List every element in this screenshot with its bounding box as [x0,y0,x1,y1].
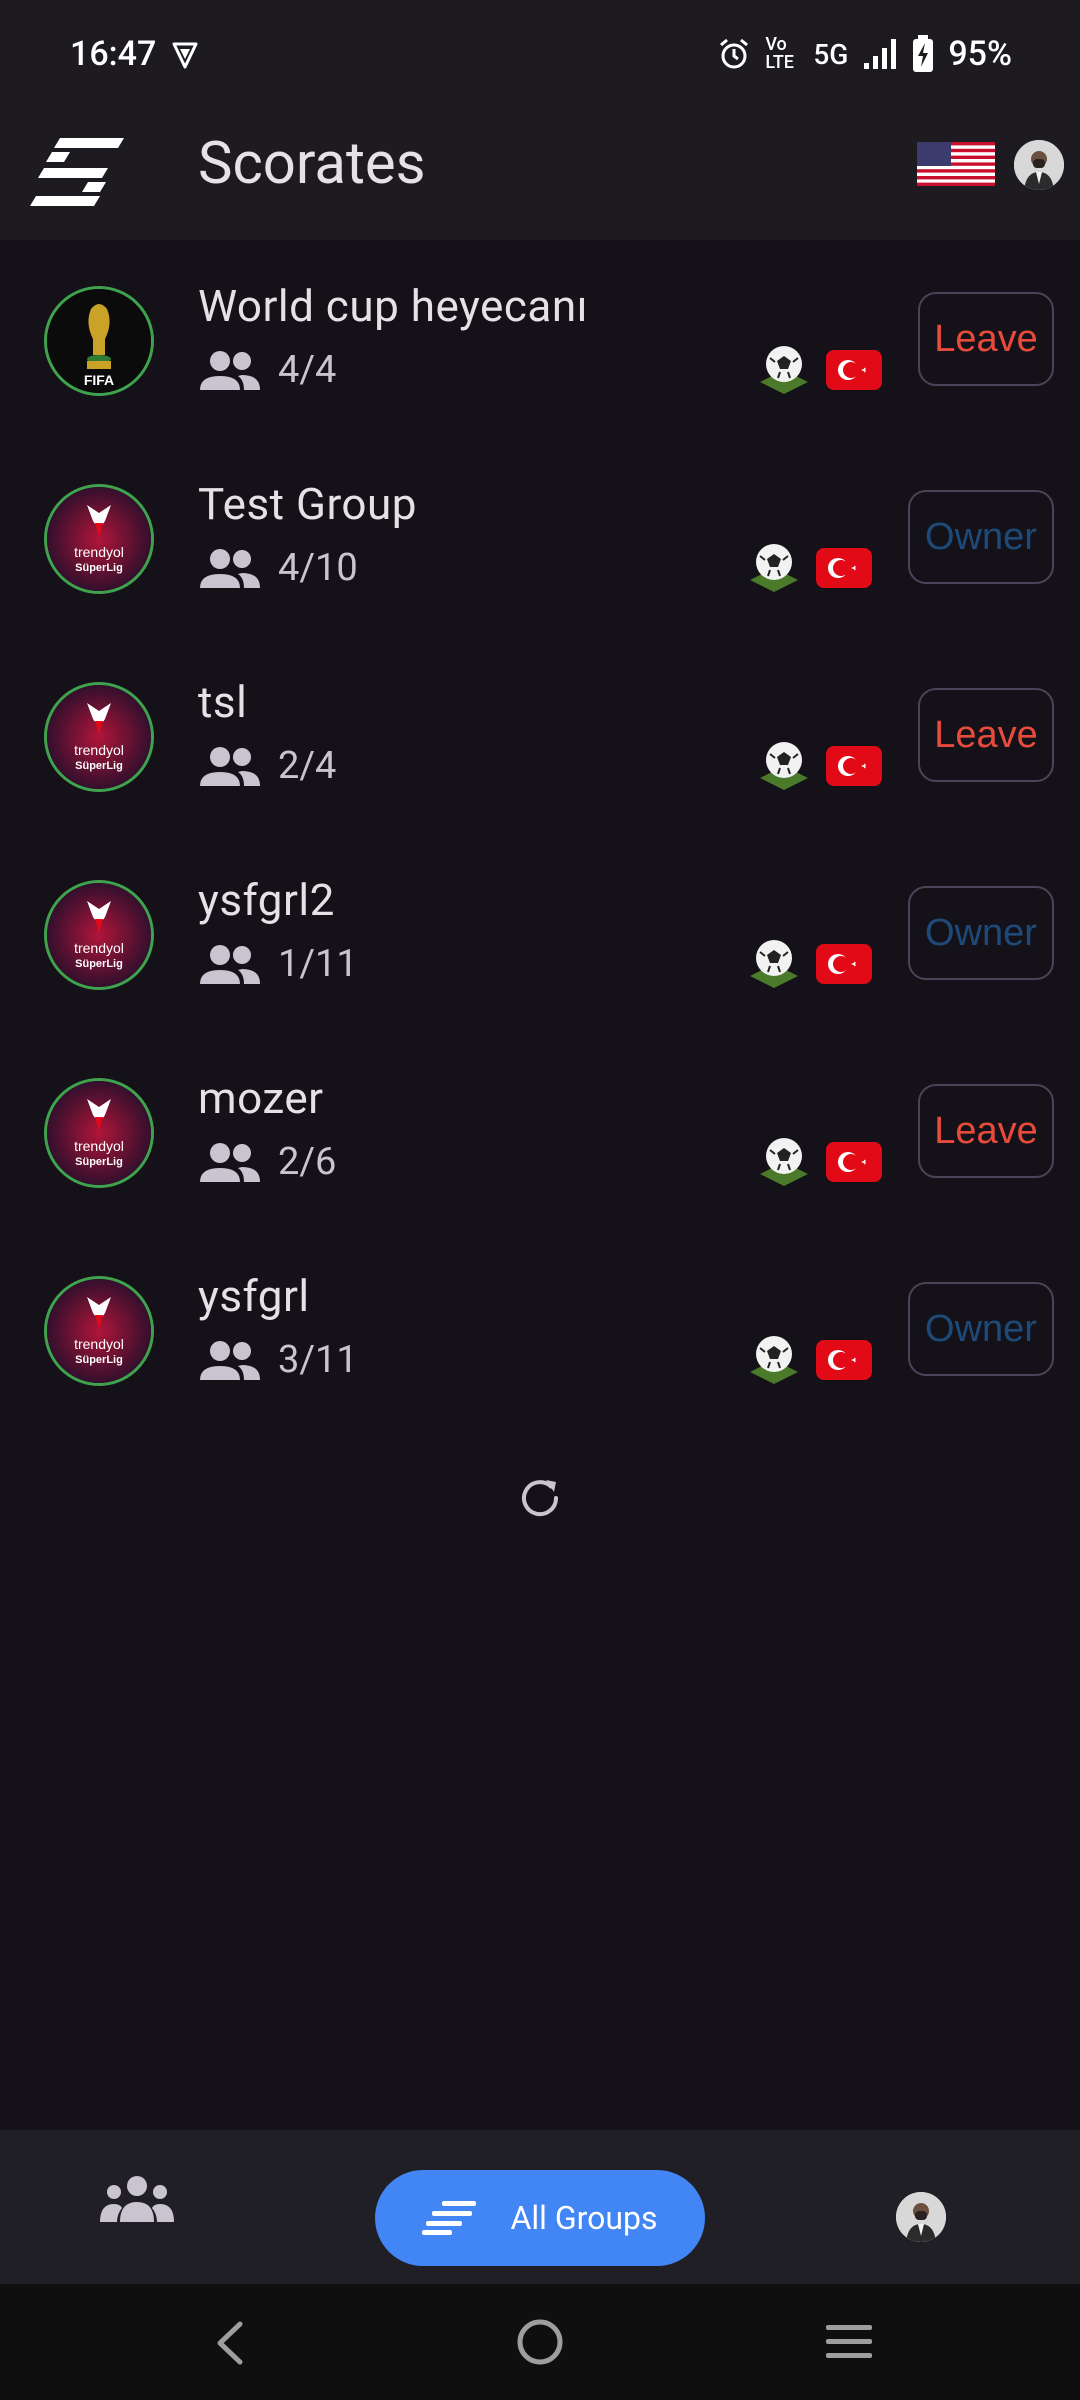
people-icon [200,747,260,786]
people-icon [200,1143,260,1182]
turkey-flag-icon [816,1340,872,1380]
member-count: 3/11 [198,1338,358,1382]
people-icon [200,549,260,588]
member-count: 4/4 [198,348,336,392]
member-count: 2/6 [198,1140,336,1184]
group-row[interactable]: trendyol SüperLig tsl 2/4 Leave [0,636,1080,834]
group-row[interactable]: trendyol SüperLig mozer 2/6 Leave [0,1032,1080,1230]
group-row[interactable]: FIFA World cup heyecanı 4/4 Leave [0,240,1080,438]
groups-nav-icon[interactable] [100,2174,174,2224]
soccer-ball-icon [760,742,808,790]
svg-text:FIFA: FIFA [84,372,114,388]
fifa-badge-icon: FIFA [44,286,154,396]
volte-indicator: Vo LTE [765,34,794,73]
svg-text:SüperLig: SüperLig [75,958,123,970]
signal-icon [864,39,897,69]
svg-text:SüperLig: SüperLig [75,1354,123,1366]
leave-button[interactable]: Leave [918,292,1054,386]
svg-text:trendyol: trendyol [74,742,124,758]
back-icon[interactable] [210,2320,250,2366]
status-bar: 16:47 Vo LTE 5G 95% [0,0,1080,110]
recents-icon[interactable] [824,2322,874,2362]
soccer-ball-icon [750,544,798,592]
members-count: 3/11 [278,1338,358,1382]
user-photo-icon [1014,140,1064,190]
home-icon[interactable] [516,2318,564,2366]
members-count: 2/6 [278,1140,337,1184]
soccer-ball-icon [750,1336,798,1384]
group-row[interactable]: trendyol SüperLig Test Group 4/10 Owner [0,438,1080,636]
superlig-badge-icon: trendyol SüperLig [44,880,154,990]
svg-text:SüperLig: SüperLig [75,1156,123,1168]
member-count: 4/10 [198,546,358,590]
system-navigation-bar [0,2284,1080,2400]
turkey-flag-icon [816,548,872,588]
all-groups-label: All Groups [510,2199,658,2237]
profile-nav-avatar[interactable] [896,2192,946,2242]
owner-button[interactable]: Owner [908,886,1054,980]
group-name: World cup heyecanı [198,280,589,332]
app-bar: Scorates [0,110,1080,240]
groups-list-icon [422,2201,477,2235]
svg-text:trendyol: trendyol [74,940,124,956]
superlig-badge-icon: trendyol SüperLig [44,1078,154,1188]
status-indicators: Vo LTE 5G 95% [717,34,1012,74]
battery-icon [913,35,934,72]
superlig-badge-icon: trendyol SüperLig [44,682,154,792]
user-photo-icon [896,2192,946,2242]
people-icon [200,1341,260,1380]
members-count: 4/4 [278,348,337,392]
group-name: tsl [198,676,248,728]
turkey-flag-icon [826,746,882,786]
svg-text:SüperLig: SüperLig [75,562,123,574]
leave-button[interactable]: Leave [918,1084,1054,1178]
status-time: 16:47 [70,34,157,74]
svg-text:trendyol: trendyol [74,1138,124,1154]
soccer-ball-icon [760,1138,808,1186]
alarm-icon [720,38,749,69]
refresh-icon[interactable] [516,1474,564,1522]
leave-button[interactable]: Leave [918,688,1054,782]
superlig-badge-icon: trendyol SüperLig [44,484,154,594]
turkey-flag-icon [816,944,872,984]
group-name: ysfgrl2 [198,874,335,926]
member-count: 1/11 [198,942,358,986]
app-title: Scorates [198,130,426,198]
members-count: 4/10 [278,546,358,590]
members-count: 2/4 [278,744,337,788]
people-icon [200,351,260,390]
turkey-flag-icon [826,350,882,390]
members-count: 1/11 [278,942,358,986]
svg-text:trendyol: trendyol [74,1336,124,1352]
owner-button[interactable]: Owner [908,1282,1054,1376]
svg-text:SüperLig: SüperLig [75,760,123,772]
bottom-navigation: All Groups [0,2130,1080,2284]
network-type: 5G [813,37,849,71]
group-name: Test Group [198,478,417,530]
svg-text:trendyol: trendyol [74,544,124,560]
battery-percent: 95% [948,34,1012,74]
scorates-logo [30,138,124,206]
superlig-badge-icon: trendyol SüperLig [44,1276,154,1386]
us-flag-icon[interactable] [917,142,995,186]
all-groups-tab[interactable]: All Groups [375,2170,705,2266]
group-name: mozer [198,1072,324,1124]
turkey-flag-icon [826,1142,882,1182]
vpn-shield-icon [172,42,198,69]
soccer-ball-icon [750,940,798,988]
profile-avatar[interactable] [1014,140,1064,190]
soccer-ball-icon [760,346,808,394]
people-icon [200,945,260,984]
group-name: ysfgrl [198,1270,310,1322]
group-list: FIFA World cup heyecanı 4/4 Leave trendy… [0,240,1080,1428]
group-row[interactable]: trendyol SüperLig ysfgrl 3/11 Owner [0,1230,1080,1428]
group-row[interactable]: trendyol SüperLig ysfgrl2 1/11 Owner [0,834,1080,1032]
member-count: 2/4 [198,744,336,788]
owner-button[interactable]: Owner [908,490,1054,584]
